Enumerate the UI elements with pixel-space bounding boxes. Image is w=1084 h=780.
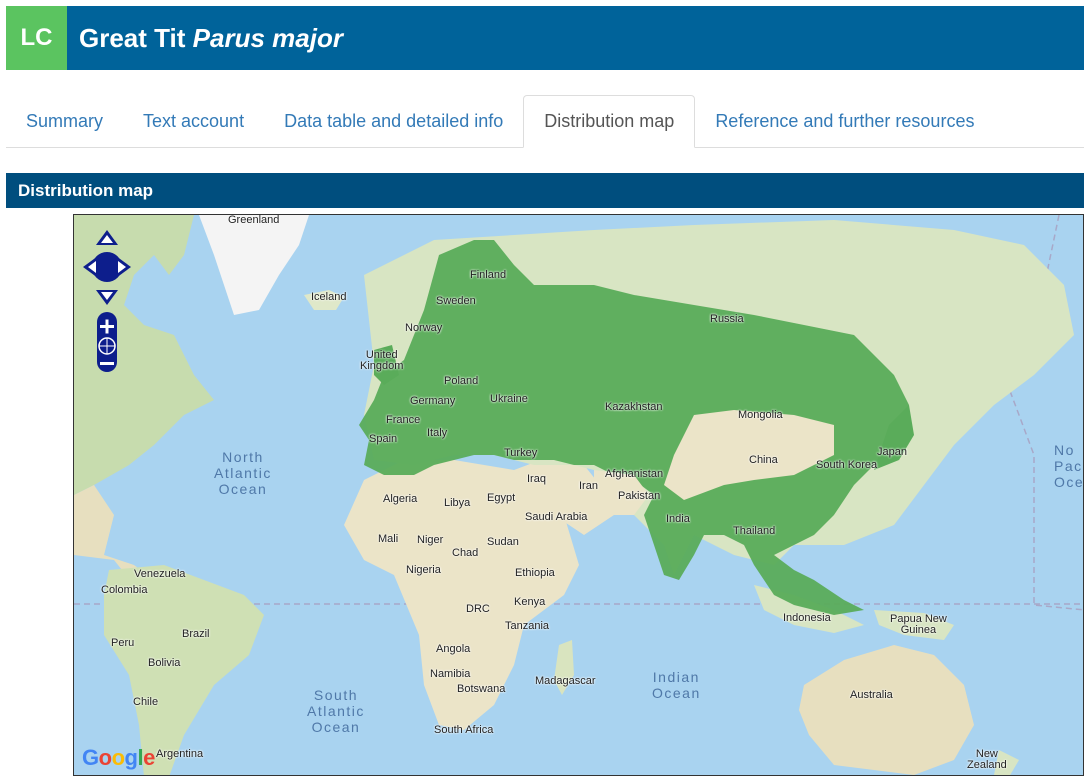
species-header: LC Great Tit Parus major — [6, 6, 1084, 70]
label-ethiopia: Ethiopia — [515, 567, 555, 579]
label-libya: Libya — [444, 497, 471, 509]
label-saudi-arabia: Saudi Arabia — [525, 511, 588, 523]
label-north-atlantic-ocean: North Atlantic Ocean — [214, 449, 272, 497]
land-australia — [799, 645, 974, 775]
label-norway: Norway — [405, 322, 443, 334]
distribution-map[interactable]: Greenland Iceland Finland Sweden Norway … — [73, 214, 1084, 776]
label-russia: Russia — [710, 313, 744, 325]
label-new-zealand: New Zealand — [967, 748, 1007, 771]
label-indonesia: Indonesia — [783, 612, 831, 624]
google-logo: Google — [82, 745, 155, 770]
section-heading: Distribution map — [6, 173, 1084, 208]
label-turkey: Turkey — [504, 447, 538, 459]
label-madagascar: Madagascar — [535, 675, 596, 687]
label-australia: Australia — [850, 689, 893, 701]
label-south-korea: South Korea — [816, 459, 878, 471]
label-japan: Japan — [877, 446, 907, 458]
tab-bar: Summary Text account Data table and deta… — [6, 95, 1084, 148]
label-peru: Peru — [111, 637, 135, 649]
label-spain: Spain — [369, 433, 398, 445]
tab-distribution-map[interactable]: Distribution map — [523, 95, 696, 148]
tab-summary[interactable]: Summary — [6, 95, 123, 147]
common-name: Great Tit — [79, 22, 186, 53]
label-china: China — [749, 454, 778, 466]
label-sudan: Sudan — [487, 536, 519, 548]
label-mongolia: Mongolia — [738, 409, 783, 421]
label-kazakhstan: Kazakhstan — [605, 401, 663, 413]
label-papua-new-guinea: Papua New Guinea — [890, 613, 947, 636]
label-egypt: Egypt — [487, 492, 516, 504]
label-kenya: Kenya — [514, 596, 546, 608]
scientific-name: Parus major — [192, 22, 343, 53]
label-chad: Chad — [452, 547, 479, 559]
label-mali: Mali — [378, 533, 399, 545]
label-angola: Angola — [436, 643, 471, 655]
tab-references[interactable]: Reference and further resources — [695, 95, 994, 147]
label-ukraine: Ukraine — [490, 393, 528, 405]
label-namibia: Namibia — [430, 668, 471, 680]
label-colombia: Colombia — [101, 584, 148, 596]
tab-data-table[interactable]: Data table and detailed info — [264, 95, 523, 147]
label-north-pacific-ocean: No Pac Oce — [1054, 442, 1084, 490]
map-pan-zoom-control[interactable] — [82, 227, 132, 372]
label-tanzania: Tanzania — [505, 620, 550, 632]
label-pakistan: Pakistan — [618, 490, 661, 502]
label-indian-ocean: Indian Ocean — [652, 669, 701, 701]
label-france: France — [386, 414, 421, 426]
label-south-africa: South Africa — [434, 724, 494, 736]
label-poland: Poland — [444, 375, 479, 387]
label-chile: Chile — [133, 696, 159, 708]
label-afghanistan: Afghanistan — [605, 468, 664, 480]
label-brazil: Brazil — [182, 628, 210, 640]
status-badge: LC — [6, 6, 67, 70]
land-greenland — [199, 215, 309, 315]
label-sweden: Sweden — [436, 295, 476, 307]
label-botswana: Botswana — [457, 683, 506, 695]
label-bolivia: Bolivia — [148, 657, 181, 669]
label-germany: Germany — [410, 395, 456, 407]
label-india: India — [666, 513, 690, 525]
label-thailand: Thailand — [733, 525, 776, 537]
label-argentina: Argentina — [156, 748, 204, 760]
label-drc: DRC — [466, 603, 490, 615]
label-uk: United Kingdom — [360, 349, 404, 372]
label-niger: Niger — [417, 534, 444, 546]
page-title: Great Tit Parus major — [79, 23, 343, 54]
label-nigeria: Nigeria — [406, 564, 441, 576]
label-italy: Italy — [427, 427, 448, 439]
tab-text-account[interactable]: Text account — [123, 95, 264, 147]
label-iraq: Iraq — [527, 473, 546, 485]
label-iceland: Iceland — [311, 291, 347, 303]
label-algeria: Algeria — [383, 493, 418, 505]
label-iran: Iran — [579, 480, 598, 492]
label-venezuela: Venezuela — [134, 568, 186, 580]
label-south-atlantic-ocean: South Atlantic Ocean — [307, 687, 365, 735]
label-greenland: Greenland — [228, 214, 280, 226]
label-finland: Finland — [470, 269, 507, 281]
